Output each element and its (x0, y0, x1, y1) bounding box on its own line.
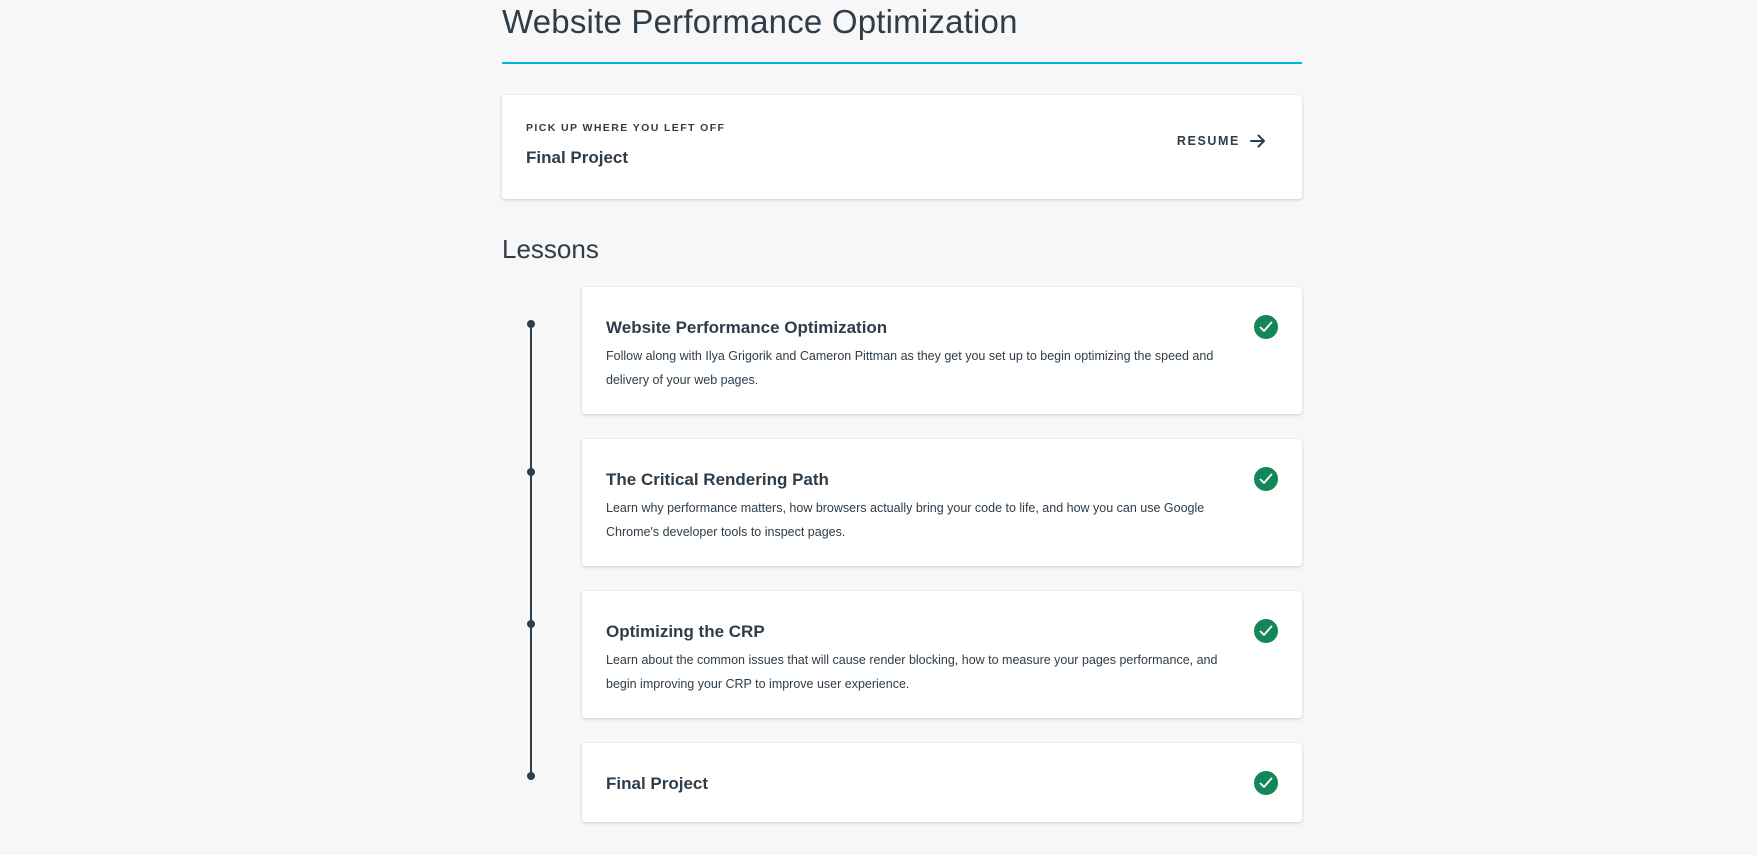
lesson-card[interactable]: Final Project (582, 743, 1302, 822)
resume-card[interactable]: PICK UP WHERE YOU LEFT OFF Final Project… (502, 95, 1302, 199)
timeline-line (530, 324, 532, 776)
timeline-dot (527, 320, 535, 328)
resume-button[interactable]: RESUME (1177, 134, 1266, 148)
title-divider (502, 62, 1302, 64)
lesson-title: Website Performance Optimization (606, 318, 888, 337)
lesson-card[interactable]: The Critical Rendering Path Learn why pe… (582, 439, 1302, 566)
lesson-title: Final Project (606, 774, 709, 793)
lesson-title: Optimizing the CRP (606, 622, 765, 641)
resume-button-label: RESUME (1176, 134, 1240, 148)
lessons-heading: Lessons (502, 234, 599, 264)
timeline-dot (527, 620, 535, 628)
course-overview: Website Performance Optimization PICK UP… (502, 0, 1302, 822)
check-circle-icon (1254, 315, 1278, 339)
lesson-timeline (523, 320, 539, 780)
page-title: Website Performance Optimization (502, 3, 1018, 40)
lesson-description: Learn about the common issues that will … (606, 653, 1218, 691)
arrow-right-icon (1250, 134, 1266, 148)
check-circle-icon (1254, 619, 1278, 643)
check-circle-icon (1254, 771, 1278, 795)
lesson-title: The Critical Rendering Path (606, 470, 829, 489)
lesson-card[interactable]: Optimizing the CRP Learn about the commo… (582, 591, 1302, 718)
timeline-dot (527, 468, 535, 476)
timeline-dot (527, 772, 535, 780)
resume-kicker: PICK UP WHERE YOU LEFT OFF (526, 122, 726, 134)
check-circle-icon (1254, 467, 1278, 491)
lesson-description: Follow along with Ilya Grigorik and Came… (606, 349, 1214, 387)
resume-lesson-title: Final Project (526, 148, 629, 167)
lesson-card[interactable]: Website Performance Optimization Follow … (582, 287, 1302, 414)
lesson-description: Learn why performance matters, how brows… (606, 501, 1205, 539)
